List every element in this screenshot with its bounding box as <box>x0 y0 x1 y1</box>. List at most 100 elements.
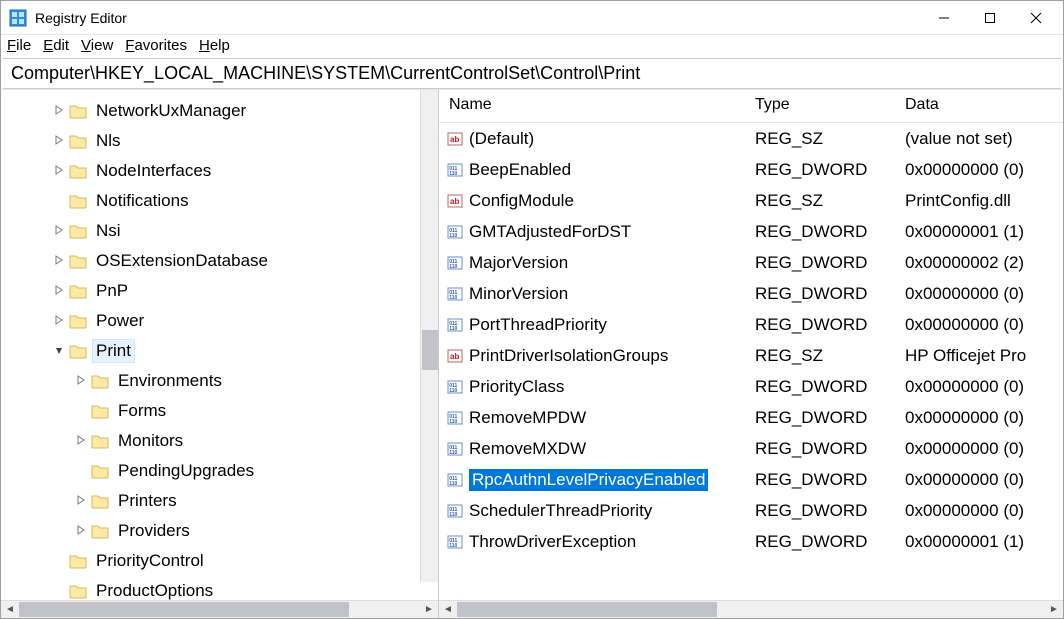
tree-item[interactable]: NodeInterfaces <box>1 156 438 186</box>
menu-help[interactable]: Help <box>199 37 230 54</box>
value-name: RpcAuthnLevelPrivacyEnabled <box>469 469 708 491</box>
tree-item[interactable]: Monitors <box>1 426 438 456</box>
tree-horizontal-scrollbar[interactable]: ◄ ► <box>1 600 438 618</box>
maximize-button[interactable] <box>967 3 1013 33</box>
close-button[interactable] <box>1013 3 1059 33</box>
tree-item[interactable]: PnP <box>1 276 438 306</box>
menu-file[interactable]: File <box>7 37 31 54</box>
menu-view[interactable]: View <box>81 37 113 54</box>
values-list[interactable]: (Default)REG_SZ(value not set) BeepEnable… <box>439 123 1063 600</box>
value-row[interactable]: PriorityClassREG_DWORD0x00000000 (0) <box>439 371 1063 402</box>
value-name: PrintDriverIsolationGroups <box>469 346 668 366</box>
folder-icon <box>69 253 87 269</box>
chevron-right-icon[interactable] <box>73 495 89 508</box>
tree-item-label: NodeInterfaces <box>93 160 214 182</box>
value-row[interactable]: MinorVersionREG_DWORD0x00000000 (0) <box>439 278 1063 309</box>
chevron-right-icon[interactable] <box>51 165 67 178</box>
value-type: REG_DWORD <box>755 315 905 335</box>
column-name[interactable]: Name <box>439 96 755 114</box>
chevron-right-icon[interactable] <box>51 315 67 328</box>
minimize-button[interactable] <box>921 3 967 33</box>
tree-item[interactable]: NetworkUxManager <box>1 96 438 126</box>
registry-tree[interactable]: NetworkUxManager Nls NodeInterfaces Notific… <box>1 90 438 600</box>
string-value-icon <box>447 131 463 147</box>
value-row[interactable]: SchedulerThreadPriorityREG_DWORD0x000000… <box>439 495 1063 526</box>
tree-item-label: ProductOptions <box>93 580 216 600</box>
values-horizontal-scrollbar[interactable]: ◄ ► <box>439 600 1063 618</box>
value-name: BeepEnabled <box>469 160 571 180</box>
tree-item[interactable]: Notifications <box>1 186 438 216</box>
folder-icon <box>91 463 109 479</box>
value-type: REG_DWORD <box>755 222 905 242</box>
chevron-right-icon[interactable] <box>51 135 67 148</box>
tree-item[interactable]: Nsi <box>1 216 438 246</box>
value-row[interactable]: RemoveMPDWREG_DWORD0x00000000 (0) <box>439 402 1063 433</box>
tree-item[interactable]: Print <box>1 336 438 366</box>
value-data: 0x00000000 (0) <box>905 470 1063 490</box>
binary-value-icon <box>447 534 463 550</box>
value-data: PrintConfig.dll <box>905 191 1063 211</box>
scroll-left-icon[interactable]: ◄ <box>439 601 457 618</box>
tree-item[interactable]: Forms <box>1 396 438 426</box>
value-row[interactable]: (Default)REG_SZ(value not set) <box>439 123 1063 154</box>
tree-item[interactable]: Nls <box>1 126 438 156</box>
chevron-right-icon[interactable] <box>51 225 67 238</box>
chevron-right-icon[interactable] <box>51 255 67 268</box>
chevron-down-icon[interactable] <box>51 345 67 358</box>
address-bar[interactable]: Computer\HKEY_LOCAL_MACHINE\SYSTEM\Curre… <box>3 58 1061 89</box>
value-row[interactable]: BeepEnabledREG_DWORD0x00000000 (0) <box>439 154 1063 185</box>
tree-item-label: NetworkUxManager <box>93 100 249 122</box>
value-row[interactable]: RemoveMXDWREG_DWORD0x00000000 (0) <box>439 433 1063 464</box>
tree-item-label: Monitors <box>115 430 186 452</box>
tree-item-label: Forms <box>115 400 169 422</box>
binary-value-icon <box>447 286 463 302</box>
column-data[interactable]: Data <box>905 96 1063 114</box>
string-value-icon <box>447 193 463 209</box>
value-name: GMTAdjustedForDST <box>469 222 631 242</box>
chevron-right-icon[interactable] <box>51 285 67 298</box>
chevron-right-icon[interactable] <box>51 105 67 118</box>
value-type: REG_DWORD <box>755 253 905 273</box>
tree-item[interactable]: Providers <box>1 516 438 546</box>
value-data: 0x00000002 (2) <box>905 253 1063 273</box>
chevron-right-icon[interactable] <box>73 435 89 448</box>
tree-item[interactable]: Environments <box>1 366 438 396</box>
value-row[interactable]: GMTAdjustedForDST REG_DWORD0x00000001 (1) <box>439 216 1063 247</box>
column-type[interactable]: Type <box>755 96 905 114</box>
value-row[interactable]: PrintDriverIsolationGroupsREG_SZHP Offic… <box>439 340 1063 371</box>
binary-value-icon <box>447 255 463 271</box>
scroll-left-icon[interactable]: ◄ <box>1 601 19 618</box>
values-header[interactable]: Name Type Data <box>439 90 1063 123</box>
tree-item[interactable]: PendingUpgrades <box>1 456 438 486</box>
value-data: HP Officejet Pro <box>905 346 1063 366</box>
menu-favorites[interactable]: Favorites <box>125 37 187 54</box>
tree-item[interactable]: Power <box>1 306 438 336</box>
value-row[interactable]: PortThreadPriorityREG_DWORD0x00000000 (0… <box>439 309 1063 340</box>
binary-value-icon <box>447 503 463 519</box>
value-name: MinorVersion <box>469 284 568 304</box>
value-type: REG_DWORD <box>755 284 905 304</box>
tree-item[interactable]: OSExtensionDatabase <box>1 246 438 276</box>
chevron-right-icon[interactable] <box>73 375 89 388</box>
value-type: REG_DWORD <box>755 160 905 180</box>
title-bar: Registry Editor <box>1 1 1063 35</box>
folder-icon <box>91 433 109 449</box>
value-type: REG_DWORD <box>755 439 905 459</box>
tree-item-label: PendingUpgrades <box>115 460 257 482</box>
value-row[interactable]: RpcAuthnLevelPrivacyEnabledREG_DWORD0x00… <box>439 464 1063 495</box>
value-row[interactable]: MajorVersionREG_DWORD0x00000002 (2) <box>439 247 1063 278</box>
tree-vertical-scrollbar[interactable] <box>420 90 438 582</box>
menu-edit[interactable]: Edit <box>43 37 69 54</box>
tree-item[interactable]: PriorityControl <box>1 546 438 576</box>
scroll-right-icon[interactable]: ► <box>1045 601 1063 618</box>
chevron-right-icon[interactable] <box>73 525 89 538</box>
value-data: 0x00000001 (1) <box>905 222 1063 242</box>
value-row[interactable]: ThrowDriverExceptionREG_DWORD0x00000001 … <box>439 526 1063 557</box>
scroll-right-icon[interactable]: ► <box>420 601 438 618</box>
tree-item[interactable]: ProductOptions <box>1 576 438 600</box>
value-type: REG_DWORD <box>755 377 905 397</box>
folder-icon <box>69 103 87 119</box>
value-row[interactable]: ConfigModuleREG_SZPrintConfig.dll <box>439 185 1063 216</box>
tree-item[interactable]: Printers <box>1 486 438 516</box>
folder-icon <box>91 493 109 509</box>
